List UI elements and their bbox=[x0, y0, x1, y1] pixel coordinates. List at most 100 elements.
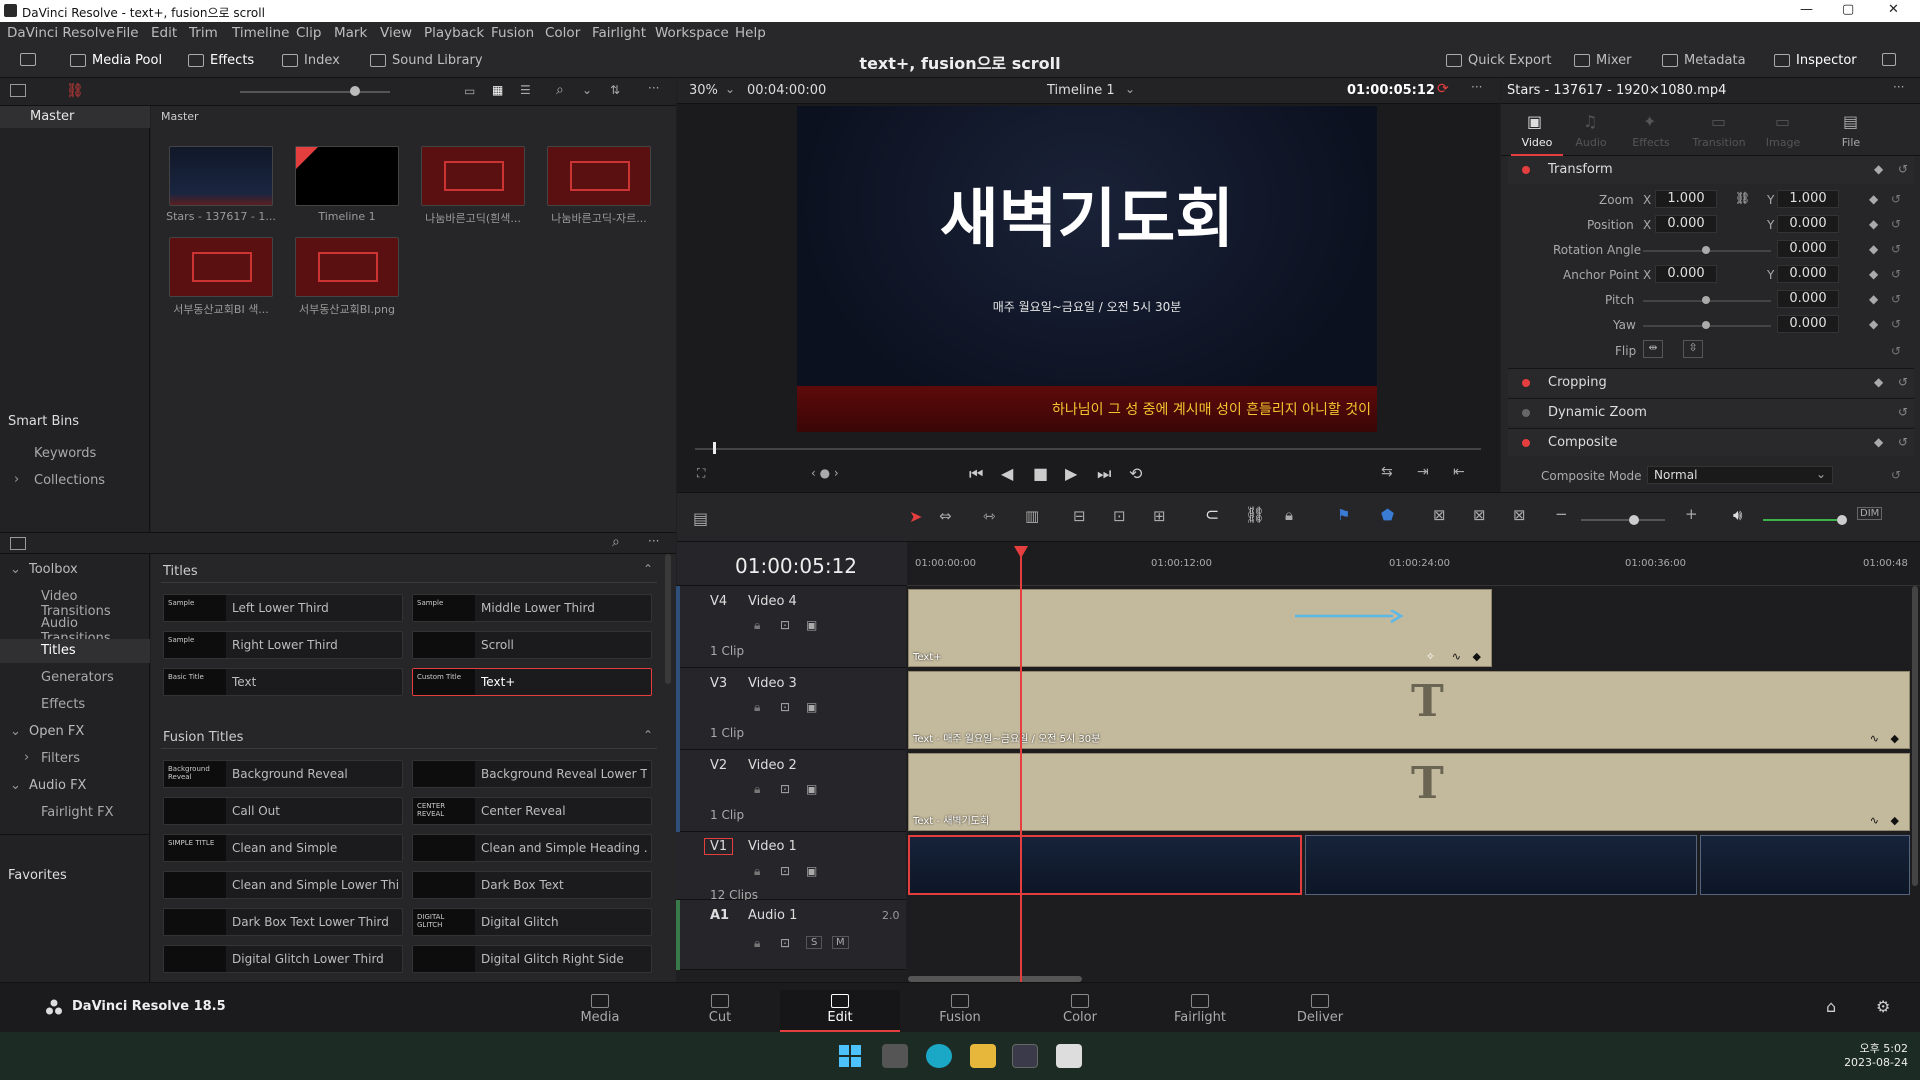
transform-overlay-icon[interactable]: ⛶ bbox=[697, 466, 705, 481]
reset-icon[interactable]: ↺ bbox=[1891, 468, 1901, 482]
trim-tool-icon[interactable]: ⇔ bbox=[939, 507, 952, 525]
keyframe-icon[interactable]: ◆ bbox=[1869, 192, 1878, 206]
reset-icon[interactable]: ↺ bbox=[1891, 292, 1901, 306]
tree-toolbox[interactable]: Toolbox bbox=[29, 562, 78, 577]
tree-open-fx[interactable]: Open FX bbox=[29, 724, 84, 739]
playhead-line[interactable] bbox=[1020, 556, 1022, 982]
flip-horizontal-icon[interactable]: ⇹ bbox=[1643, 340, 1663, 358]
sort-icon[interactable]: ⇅ bbox=[610, 83, 620, 97]
position-y-field[interactable]: 0.000 bbox=[1777, 215, 1839, 233]
loop-icon[interactable]: ⟲ bbox=[1129, 464, 1142, 483]
keyframe-icon[interactable]: ◆ bbox=[1869, 217, 1878, 231]
viewer-scrubber[interactable] bbox=[695, 448, 1481, 450]
chevron-down-icon[interactable]: ⌄ bbox=[1125, 82, 1135, 96]
fusion-title-item[interactable]: Background Reveal Lower T... bbox=[412, 760, 652, 788]
menu-mark[interactable]: Mark bbox=[334, 25, 367, 41]
chevron-down-icon[interactable]: ⌄ bbox=[10, 562, 21, 577]
enable-toggle[interactable] bbox=[1522, 379, 1530, 387]
more-options-icon[interactable]: ··· bbox=[1893, 80, 1904, 94]
tab-image[interactable]: ▭ Image bbox=[1757, 104, 1809, 156]
reset-icon[interactable]: ↺ bbox=[1891, 344, 1901, 358]
viewer-zoom[interactable]: 30% bbox=[689, 83, 718, 98]
track-name[interactable]: Video 3 bbox=[748, 676, 797, 691]
anchor-y-field[interactable]: 0.000 bbox=[1777, 265, 1839, 283]
link-icon[interactable]: ⛓ bbox=[66, 83, 84, 99]
zoom-custom-icon[interactable]: ⊠ bbox=[1513, 506, 1526, 524]
volume-icon[interactable]: 🔊︎ bbox=[1733, 506, 1742, 524]
enable-toggle[interactable] bbox=[1522, 409, 1530, 417]
section-composite[interactable]: Composite ◆ ↺ bbox=[1508, 428, 1914, 456]
menu-color[interactable]: Color bbox=[545, 25, 580, 41]
tree-titles[interactable]: Titles bbox=[0, 639, 150, 663]
menu-timeline[interactable]: Timeline bbox=[232, 25, 289, 41]
fusion-title-item[interactable]: Clean and Simple Heading ... bbox=[412, 834, 652, 862]
reset-icon[interactable]: ↺ bbox=[1891, 217, 1901, 231]
tab-audio[interactable]: ♫ Audio bbox=[1565, 104, 1617, 156]
timeline-clip-video[interactable] bbox=[908, 835, 1302, 895]
search-icon[interactable]: ⌕ bbox=[612, 534, 620, 550]
auto-select-icon[interactable]: ⊡ bbox=[780, 864, 790, 878]
keyframe-icon[interactable]: ◆ bbox=[1869, 317, 1878, 331]
collapse-icon[interactable]: ⌃ bbox=[643, 562, 653, 576]
clip-thumb-image[interactable] bbox=[547, 146, 651, 206]
dynamic-trim-icon[interactable]: ⇿ bbox=[983, 507, 996, 525]
timeline-clip-video[interactable] bbox=[1305, 835, 1697, 895]
tree-favorites[interactable]: Favorites bbox=[8, 868, 67, 883]
tree-filters[interactable]: Filters bbox=[41, 751, 80, 766]
view-grid-icon[interactable]: ▦ bbox=[492, 83, 503, 97]
slider-handle[interactable] bbox=[1837, 515, 1847, 525]
view-list-icon[interactable]: ☰ bbox=[520, 83, 531, 97]
timeline-clip-text-plus[interactable]: Text+ ✧ ∿ ◆ bbox=[908, 589, 1492, 667]
task-view-icon[interactable] bbox=[882, 1044, 908, 1068]
pitch-field[interactable]: 0.000 bbox=[1777, 290, 1839, 308]
play-icon[interactable]: ▶ bbox=[1065, 464, 1077, 483]
file-explorer-icon[interactable] bbox=[970, 1044, 996, 1068]
fusion-title-item[interactable]: DIGITAL GLITCH Digital Glitch bbox=[412, 908, 652, 936]
fusion-title-item[interactable]: Clean and Simple Lower Thi... bbox=[163, 871, 403, 899]
collapse-icon[interactable]: ⌃ bbox=[643, 728, 653, 742]
menu-clip[interactable]: Clip bbox=[296, 25, 322, 41]
dim-icon[interactable]: DIM bbox=[1857, 507, 1883, 520]
timeline-zoom-slider[interactable] bbox=[1581, 519, 1665, 521]
blade-tool-icon[interactable]: ▥ bbox=[1025, 507, 1039, 525]
zoom-detail-icon[interactable]: ⊠ bbox=[1473, 506, 1486, 524]
taskbar-date[interactable]: 2023-08-24 bbox=[1836, 1056, 1908, 1069]
keyframe-icon[interactable]: ◆ bbox=[1869, 242, 1878, 256]
close-icon[interactable]: ✕ bbox=[1888, 2, 1899, 17]
scrollbar[interactable] bbox=[665, 554, 671, 684]
keyframe-icon[interactable]: ◆ bbox=[1874, 435, 1883, 449]
section-dynamic-zoom[interactable]: Dynamic Zoom ↺ bbox=[1508, 398, 1914, 426]
auto-select-icon[interactable]: ⊡ bbox=[780, 618, 790, 632]
menu-fusion[interactable]: Fusion bbox=[491, 25, 534, 41]
bin-master[interactable]: Master bbox=[0, 106, 150, 128]
slider-handle[interactable] bbox=[1702, 321, 1710, 329]
more-options-icon[interactable]: ··· bbox=[648, 81, 659, 95]
tree-effects[interactable]: Effects bbox=[41, 697, 85, 712]
page-fusion[interactable]: Fusion bbox=[900, 990, 1020, 1032]
marker-icon[interactable]: ⬟ bbox=[1381, 506, 1394, 524]
menu-workspace[interactable]: Workspace bbox=[655, 25, 729, 41]
app-taskbar-icon[interactable] bbox=[1056, 1044, 1082, 1068]
reset-icon[interactable]: ↺ bbox=[1891, 242, 1901, 256]
timeline-clip-video[interactable] bbox=[1700, 835, 1910, 895]
search-icon[interactable]: ⌕ bbox=[556, 82, 564, 98]
smart-bin-collections[interactable]: Collections bbox=[34, 473, 105, 488]
insert-clip-icon[interactable]: ⊟ bbox=[1073, 507, 1086, 525]
title-scroll[interactable]: Scroll bbox=[412, 631, 652, 659]
tab-transition[interactable]: ▭ Transition bbox=[1687, 104, 1751, 156]
menu-view[interactable]: View bbox=[380, 25, 412, 41]
auto-select-icon[interactable]: ⊡ bbox=[780, 936, 790, 950]
chevron-right-icon[interactable]: › bbox=[14, 472, 19, 487]
clip-thumb-timeline[interactable] bbox=[295, 146, 399, 206]
chevron-down-icon[interactable]: ⌄ bbox=[725, 82, 735, 96]
zoom-out-icon[interactable]: − bbox=[1555, 505, 1568, 523]
track-name[interactable]: Video 1 bbox=[748, 839, 797, 854]
timeline-clip-text-subtitle[interactable]: T Text - 매주 월요일~금요일 / 오전 5시 30분 ∿ ◆ bbox=[908, 671, 1910, 749]
mute-button[interactable]: M bbox=[832, 936, 849, 949]
overwrite-clip-icon[interactable]: ⊡ bbox=[1113, 507, 1126, 525]
reverse-icon[interactable]: ◀ bbox=[1001, 464, 1013, 483]
next-edit-icon[interactable]: ⇥ bbox=[1417, 464, 1429, 480]
track-visibility-icon[interactable]: ▣ bbox=[806, 618, 817, 632]
match-frame-icon[interactable]: ⇆ bbox=[1381, 464, 1393, 480]
keyframe-icon[interactable]: ◆ bbox=[1869, 292, 1878, 306]
